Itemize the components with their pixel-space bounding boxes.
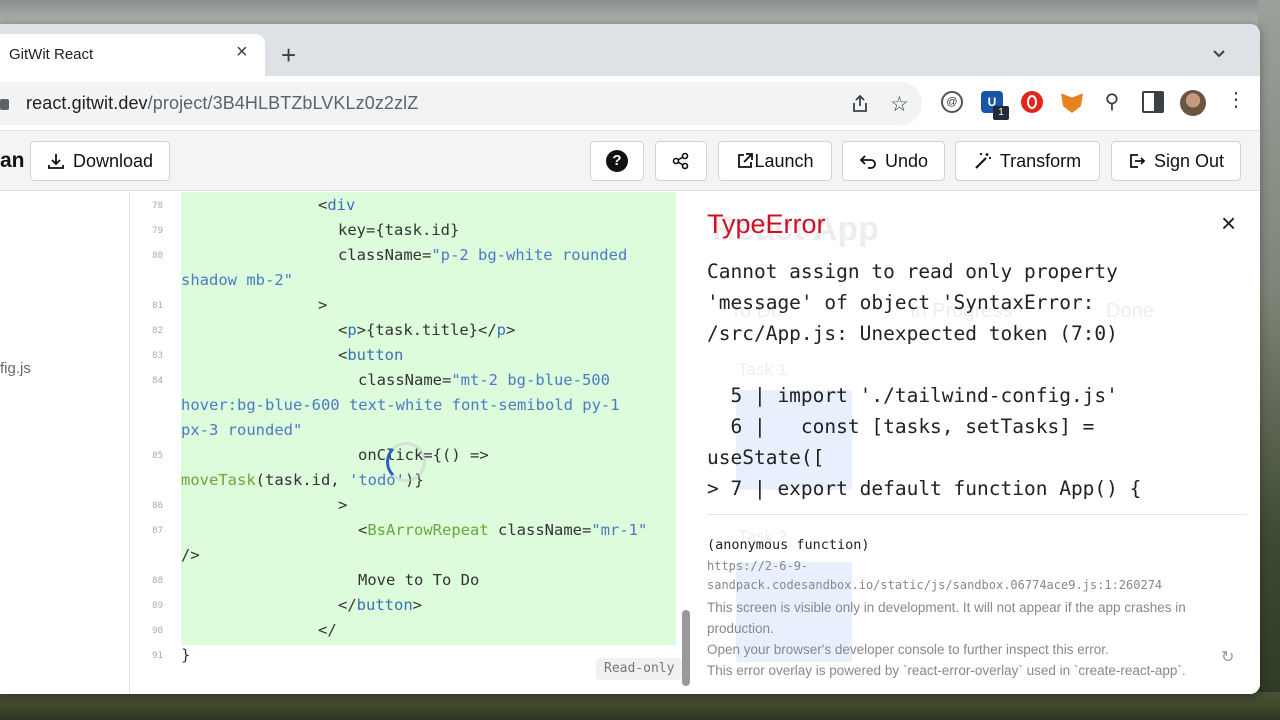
metamask-extension-icon[interactable]	[1061, 93, 1083, 113]
line-number: 79	[152, 226, 163, 236]
code-line: moveTask(task.id, 'todo')}	[181, 471, 424, 489]
code-editor[interactable]: 78 79 80 81 82 83 84 85 86 87 88 89 90 91 <div key={t…	[131, 192, 694, 694]
project-title: an	[0, 149, 25, 172]
tab-title: GitWit React	[9, 46, 94, 63]
code-line: </button>	[338, 596, 423, 614]
line-number: 86	[152, 501, 163, 511]
code-line: <p>{task.title}</p>	[338, 321, 516, 339]
extension-badge: 1	[993, 106, 1009, 120]
line-number: 84	[152, 376, 163, 386]
line-number: 82	[152, 326, 163, 336]
code-line: Move to To Do	[358, 571, 480, 589]
code-line: className="mt-2 bg-blue-500	[358, 371, 610, 389]
new-tab-icon[interactable]: +	[281, 42, 296, 68]
overlay-footer: This screen is visible only in developme…	[707, 597, 1227, 681]
line-number: 78	[152, 201, 163, 211]
transform-label: Transform	[999, 150, 1082, 171]
line-number-gutter: 78 79 80 81 82 83 84 85 86 87 88 89 90 91	[131, 192, 171, 692]
share-page-icon[interactable]	[850, 94, 870, 114]
code-line: >	[338, 496, 348, 514]
profile-avatar[interactable]	[1180, 90, 1206, 116]
tab-list-chevron-icon[interactable]	[1212, 46, 1226, 62]
code-line: key={task.id}	[338, 221, 460, 239]
sign-out-button[interactable]: Sign Out	[1111, 141, 1241, 181]
undo-button[interactable]: Undo	[842, 141, 945, 181]
tab-gitwit[interactable]: GitWit React ×	[0, 34, 265, 76]
file-explorer: fig.js	[0, 192, 130, 694]
address-bar: react.gitwit.dev/project/3B4HLBTZbLVKLz0…	[0, 76, 1260, 131]
read-only-badge: Read-only	[596, 658, 683, 680]
url-host: react.gitwit.dev	[26, 93, 148, 113]
code-line: className="p-2 bg-white rounded	[338, 246, 628, 264]
magic-wand-icon	[975, 153, 991, 169]
line-number: 83	[152, 351, 163, 361]
line-number: 89	[152, 601, 163, 611]
stack-frame-location: https://2-6-9-sandpack.codesandbox.io/st…	[707, 559, 1163, 592]
tab-strip: GitWit React × +	[0, 24, 1260, 76]
line-number: 90	[152, 626, 163, 636]
code-line: >	[318, 296, 328, 314]
code-line: </	[318, 621, 337, 639]
menu-kebab-icon[interactable]: ⋮	[1226, 88, 1246, 112]
code-line: <BsArrowRepeat className="mr-1"	[358, 521, 648, 539]
reload-icon[interactable]: ↻	[1221, 647, 1234, 667]
footer-note-2: Open your browser's developer console to…	[707, 642, 1109, 657]
line-number: 80	[152, 251, 163, 261]
desktop-background-bottom	[0, 692, 1280, 720]
footer-note-3: This error overlay is powered by `react-…	[707, 663, 1186, 678]
external-link-icon	[738, 153, 754, 168]
share-button[interactable]	[655, 141, 707, 181]
launch-button[interactable]: Launch	[718, 141, 832, 181]
transform-button[interactable]: Transform	[955, 141, 1100, 181]
file-item-config[interactable]: fig.js	[0, 360, 31, 377]
stack-frame-name[interactable]: (anonymous function)	[707, 537, 870, 553]
code-line: hover:bg-blue-600 text-white font-semibo…	[181, 396, 620, 414]
side-panel-icon[interactable]	[1142, 91, 1164, 113]
code-line: <div	[318, 196, 356, 214]
loading-spinner-icon	[386, 442, 426, 482]
line-number: 88	[152, 576, 163, 586]
tab-close-icon[interactable]: ×	[236, 42, 248, 62]
line-number: 85	[152, 451, 163, 461]
download-icon	[48, 154, 64, 169]
omnibox[interactable]: react.gitwit.dev/project/3B4HLBTZbLVKLz0…	[0, 82, 922, 125]
sign-out-icon	[1130, 154, 1146, 168]
download-label: Download	[72, 150, 154, 171]
code-line: shadow mb-2"	[181, 271, 293, 289]
share-nodes-icon	[672, 152, 689, 170]
editor-scrollbar[interactable]	[682, 610, 690, 686]
footer-note-1: This screen is visible only in developme…	[707, 600, 1186, 636]
error-message: Cannot assign to read only property 'mes…	[707, 260, 1142, 510]
launch-label: Launch	[754, 150, 814, 171]
code-line: />	[181, 546, 200, 564]
code-line: }	[181, 646, 191, 664]
divider	[707, 514, 1247, 515]
code-line: px-3 rounded"	[181, 421, 303, 439]
bookmark-star-icon[interactable]: ☆	[890, 92, 909, 117]
question-icon: ?	[606, 150, 628, 172]
browser-window: GitWit React × + react.gitwit.dev/projec…	[0, 24, 1260, 694]
close-overlay-icon[interactable]: ×	[1221, 210, 1236, 236]
desktop-background	[1258, 0, 1280, 720]
code-line: <button	[338, 346, 404, 364]
line-number: 87	[152, 526, 163, 536]
error-title: TypeError	[707, 209, 826, 239]
url-text[interactable]: react.gitwit.dev/project/3B4HLBTZbLVKLz0…	[26, 93, 418, 114]
help-button[interactable]: ?	[590, 141, 644, 181]
email-extension-icon[interactable]: @	[941, 91, 963, 113]
line-number: 81	[152, 301, 163, 311]
download-button[interactable]: Download	[30, 141, 170, 181]
puzzle-extensions-icon[interactable]: ⚲	[1101, 91, 1123, 113]
app-toolbar: an Download ? Launch Undo Transform Sign…	[0, 131, 1260, 191]
undo-label: Undo	[884, 150, 929, 171]
sign-out-label: Sign Out	[1153, 150, 1225, 171]
preview-pane: React App To Do In Progress Done Task 1 …	[696, 192, 1260, 694]
lock-icon	[0, 99, 9, 110]
undo-icon	[859, 155, 876, 169]
url-path: /project/3B4HLBTZbLVKLz0z2zlZ	[147, 93, 419, 113]
line-number: 91	[152, 651, 163, 661]
opera-extension-icon[interactable]	[1021, 91, 1043, 113]
